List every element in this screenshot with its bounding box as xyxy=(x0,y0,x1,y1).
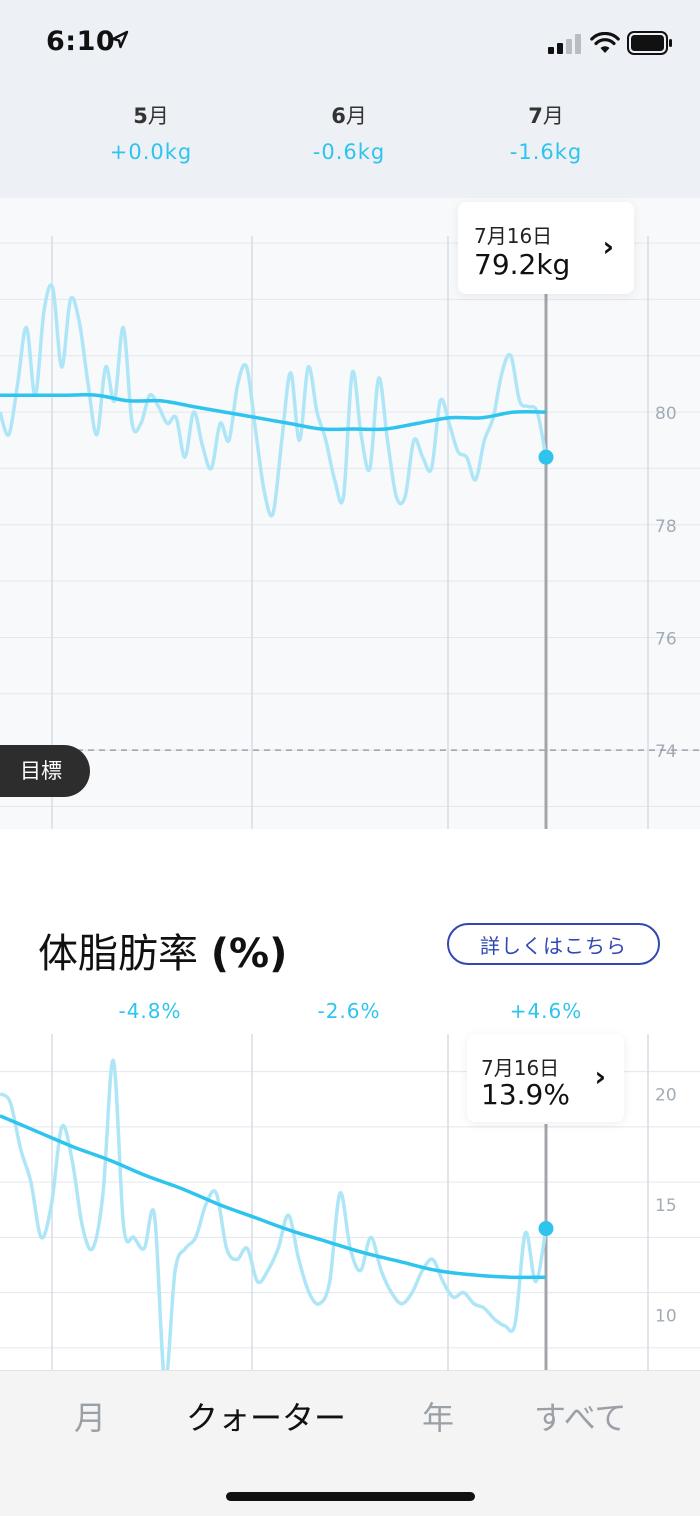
tooltip-date: 7月16日 xyxy=(474,224,553,248)
daily-weight-line xyxy=(0,283,548,518)
tab-all[interactable]: すべて xyxy=(534,1393,626,1439)
y-tick-label: 76 xyxy=(655,629,677,649)
monthly-fat-delta: -4.8% xyxy=(118,999,181,1023)
weight-chart[interactable]: 74 76 78 80 7月16日 79.2kg › 目標 xyxy=(0,198,700,829)
selected-point xyxy=(538,449,554,465)
y-tick-label: 15 xyxy=(655,1196,677,1216)
body-fat-section: 体脂肪率 (%) 詳しくはこちら 10 15 20 -4.8% -2.6% +4.6% 7… xyxy=(0,829,700,1384)
battery-icon xyxy=(627,31,672,55)
status-bar: 6:10 xyxy=(0,0,700,86)
tab-quarter[interactable]: クォーター xyxy=(186,1393,346,1439)
month-label: 5月 xyxy=(133,104,169,128)
y-tick-label: 74 xyxy=(655,742,677,762)
y-tick-label: 20 xyxy=(655,1086,677,1106)
body-fat-title: 体脂肪率 (%) xyxy=(38,931,288,977)
wifi-icon xyxy=(590,32,620,53)
location-arrow-icon xyxy=(111,30,129,49)
tab-month[interactable]: 月 xyxy=(74,1393,106,1439)
chevron-right-icon: › xyxy=(594,1060,606,1093)
month-summary-july[interactable]: 7月 -1.6kg xyxy=(446,86,646,164)
range-tab-bar: 月 クォーター 年 すべて xyxy=(0,1370,700,1516)
monthly-fat-delta: +4.6% xyxy=(510,999,583,1023)
month-summary-header: 5月 +0.0kg 6月 -0.6kg 7月 -1.6kg xyxy=(0,86,700,198)
weight-tooltip[interactable]: 7月16日 79.2kg › xyxy=(458,202,634,294)
tab-year[interactable]: 年 xyxy=(422,1393,454,1439)
month-weight-delta: +0.0kg xyxy=(109,140,193,164)
selected-point xyxy=(538,1221,554,1237)
cellular-signal-icon xyxy=(548,34,581,54)
details-button[interactable]: 詳しくはこちら xyxy=(447,923,660,965)
tooltip-value: 79.2kg xyxy=(474,248,571,281)
month-weight-delta: -0.6kg xyxy=(312,140,386,164)
tooltip-value: 13.9% xyxy=(481,1078,570,1111)
y-tick-label: 10 xyxy=(655,1307,677,1327)
month-summary-may[interactable]: 5月 +0.0kg xyxy=(51,86,251,164)
month-weight-delta: -1.6kg xyxy=(509,140,583,164)
month-label: 7月 xyxy=(528,104,564,128)
body-fat-chart[interactable]: 10 15 20 -4.8% -2.6% +4.6% 7月16日 13.9% › xyxy=(0,992,700,1384)
fat-trend-line xyxy=(0,1114,547,1280)
y-tick-label: 80 xyxy=(655,404,677,424)
status-time: 6:10 xyxy=(46,26,116,57)
tooltip-date: 7月16日 xyxy=(481,1056,560,1080)
body-fat-tooltip[interactable]: 7月16日 13.9% › xyxy=(467,1034,624,1122)
monthly-fat-delta: -2.6% xyxy=(317,999,380,1023)
goal-label: 目標 xyxy=(0,745,90,797)
chevron-right-icon: › xyxy=(602,230,614,263)
home-indicator xyxy=(226,1492,475,1501)
month-summary-june[interactable]: 6月 -0.6kg xyxy=(249,86,449,164)
month-label: 6月 xyxy=(331,104,367,128)
daily-fat-line xyxy=(0,1058,548,1384)
y-tick-label: 78 xyxy=(655,517,677,537)
